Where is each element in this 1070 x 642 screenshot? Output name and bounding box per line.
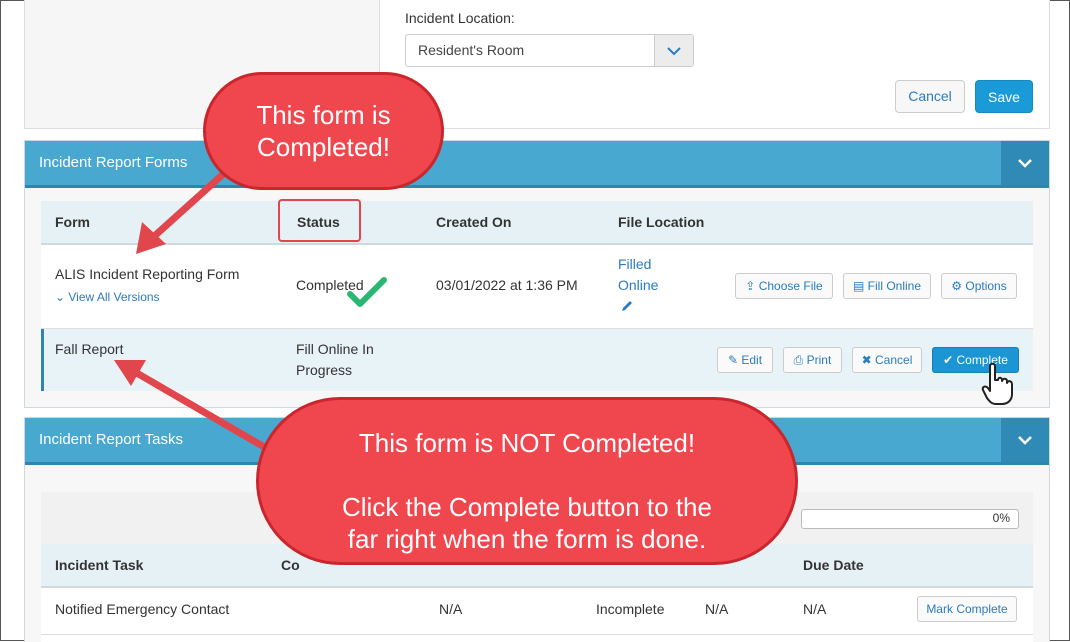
completed-callout-line1: This form is [256, 100, 391, 130]
not-completed-callout-line2: Click the Complete button to the [342, 492, 712, 522]
completed-callout: This form is Completed! [203, 72, 444, 190]
not-completed-callout-line3: far right when the form is done. [347, 524, 707, 554]
not-completed-callout-line1: This form is NOT Completed! [358, 428, 696, 458]
callout-spacer [259, 459, 795, 491]
not-completed-callout: This form is NOT Completed! Click the Co… [256, 397, 798, 565]
completed-callout-line2: Completed! [257, 132, 390, 162]
